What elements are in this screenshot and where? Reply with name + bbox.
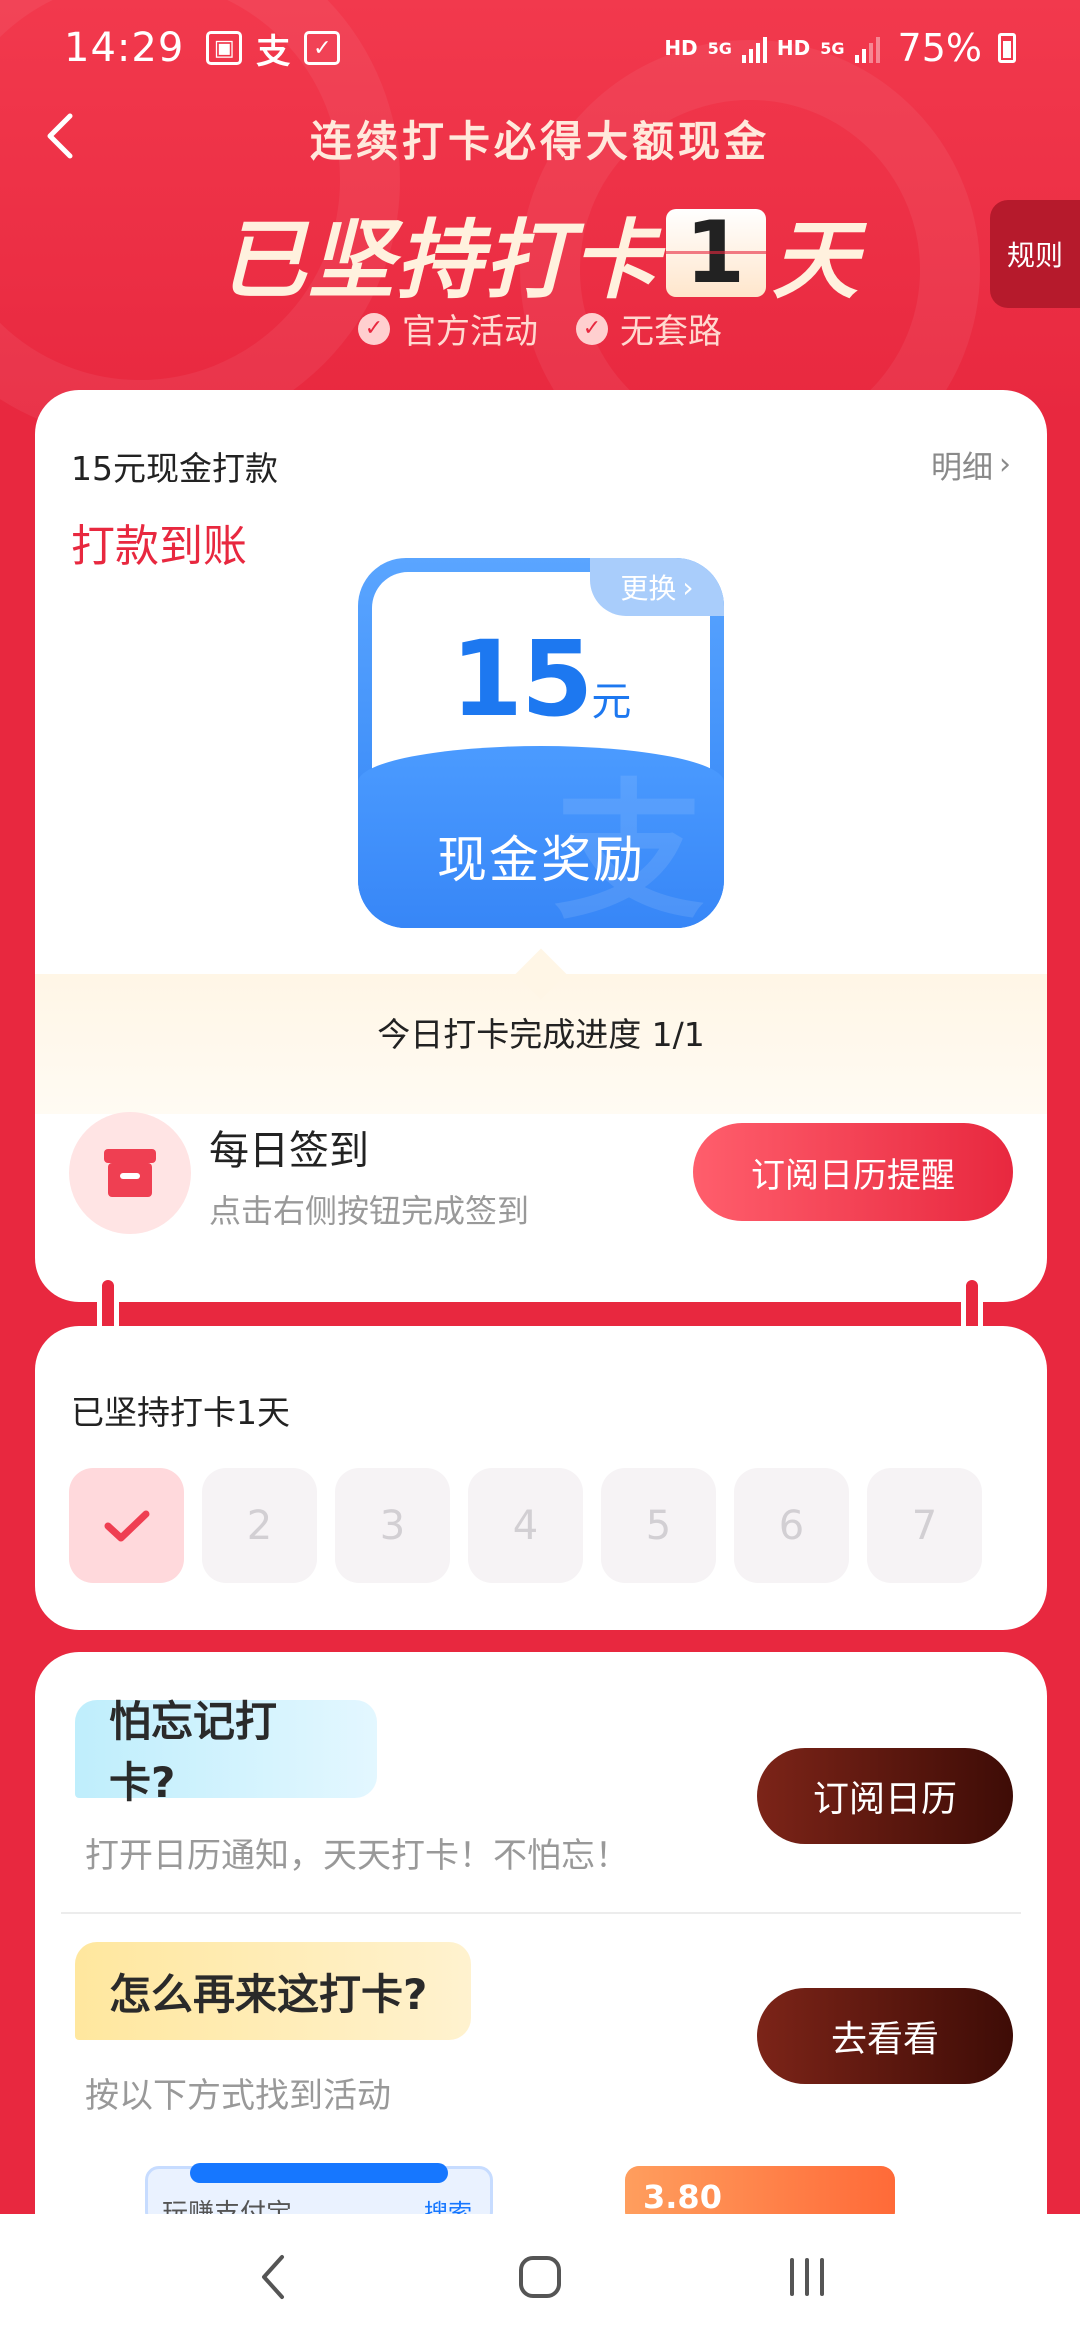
network-type-1: 5G [707,38,732,58]
amount-number: 15 [450,618,594,740]
tip-bubble-return: 怎么再来这打卡? [75,1942,471,2040]
swap-button[interactable]: 更换 › [590,558,724,616]
alipay-watermark-icon: 支 [553,766,704,928]
day-4: 4 [468,1468,583,1583]
day-5: 5 [601,1468,716,1583]
check-icon [104,1510,149,1541]
check-icon: ✓ [358,312,390,345]
signal-icon [741,33,767,63]
title-prefix: 已坚持打卡 [220,211,660,311]
chevron-right-icon: › [682,570,694,604]
cash-envelope: 更换 › 15元 现金奖励 支 [358,558,724,928]
system-nav-bar [0,2214,1080,2340]
page-title: 已坚持打卡 1 天 [0,190,1080,315]
title-suffix: 天 [772,211,860,311]
day-6: 6 [734,1468,849,1583]
battery-percent: 75% [897,26,982,70]
status-bar: 14:29 ▣ 支 ✓ HD 5G HD 5G 75% [0,0,1080,96]
network-type-2: 5G [820,38,845,58]
tip-desc-return: 按以下方式找到活动 [85,2076,391,2116]
thumb-reward-amount: 3.80 [643,2178,722,2216]
check-icon: ✓ [576,312,608,345]
nav-back-icon [262,2255,285,2299]
network-hd-2: HD [776,36,811,60]
page-subtitle: 连续打卡必得大额现金 [309,117,770,166]
nav-recents-button[interactable] [767,2237,847,2317]
signin-desc: 点击右侧按钮完成签到 [209,1192,530,1230]
tag-no-tricks: ✓ 无套路 [576,304,722,353]
subscribe-calendar-reminder-button[interactable]: 订阅日历提醒 [693,1123,1013,1221]
streak-card: 已坚持打卡1天 2 3 4 5 6 7 [35,1326,1047,1630]
divider [61,1912,1021,1914]
header-tags: ✓ 官方活动 ✓ 无套路 [0,304,1080,353]
rules-button[interactable]: 规则 [990,200,1080,308]
image-icon: ▣ [206,31,243,65]
reward-amount: 15元 [358,618,724,740]
reward-card: 15元现金打款 明细 › 打款到账 更换 › 15元 现金奖励 支 今日打卡完成… [35,390,1047,1302]
network-hd-1: HD [664,36,698,60]
check-square-icon: ✓ [304,31,341,65]
nav-home-icon [518,2256,561,2298]
payout-status: 打款到账 [71,521,247,572]
progress-text: 今日打卡完成进度 1/1 [377,1015,705,1054]
day-2: 2 [202,1468,317,1583]
alipay-icon: 支 [256,31,291,72]
streak-days: 2 3 4 5 6 7 [69,1468,982,1583]
store-icon [69,1112,191,1234]
status-time: 14:29 [64,25,185,71]
detail-link[interactable]: 明细 › [931,442,1011,487]
battery-icon [998,33,1016,63]
signin-title: 每日签到 [209,1128,369,1174]
chevron-right-icon: › [999,447,1011,482]
day-7: 7 [867,1468,982,1583]
nav-back-button[interactable] [233,2237,313,2317]
go-look-button[interactable]: 去看看 [757,1988,1013,2084]
subscribe-calendar-button[interactable]: 订阅日历 [757,1748,1013,1844]
day-3: 3 [335,1468,450,1583]
amount-unit: 元 [591,679,632,725]
day-1-checked [69,1468,184,1583]
tip-desc-forget: 打开日历通知，天天打卡！不怕忘！ [85,1836,629,1876]
signal-icon [854,33,880,63]
tag-official: ✓ 官方活动 [358,304,538,353]
nav-home-button[interactable] [500,2237,580,2317]
reward-title: 15元现金打款 [71,449,278,488]
streak-title: 已坚持打卡1天 [71,1393,290,1432]
tip-bubble-forget: 怕忘记打卡? [75,1697,377,1807]
nav-recents-icon [789,2258,824,2296]
title-day-count: 1 [666,203,766,303]
